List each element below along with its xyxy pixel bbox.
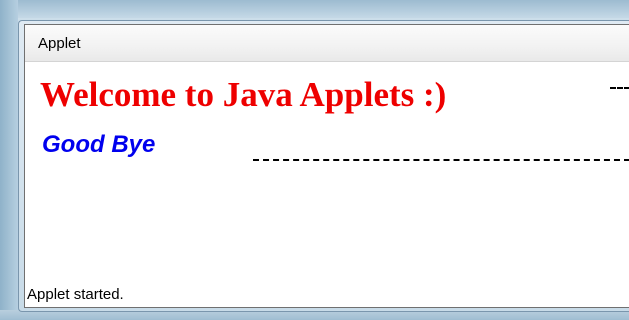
window-left-border (0, 0, 18, 320)
status-bar: Applet started. (25, 277, 629, 307)
window-top-border (0, 0, 629, 18)
applet-menu[interactable]: Applet (38, 35, 81, 52)
dashed-line-bottom (253, 159, 629, 161)
welcome-message: Welcome to Java Applets :) (40, 75, 447, 114)
dashed-line-top (610, 87, 629, 89)
status-text: Applet started. (27, 286, 124, 303)
goodbye-message: Good Bye (42, 131, 156, 158)
menu-bar: Applet (25, 25, 629, 62)
applet-viewer: Applet Welcome to Java Applets :) Good B… (24, 24, 629, 308)
